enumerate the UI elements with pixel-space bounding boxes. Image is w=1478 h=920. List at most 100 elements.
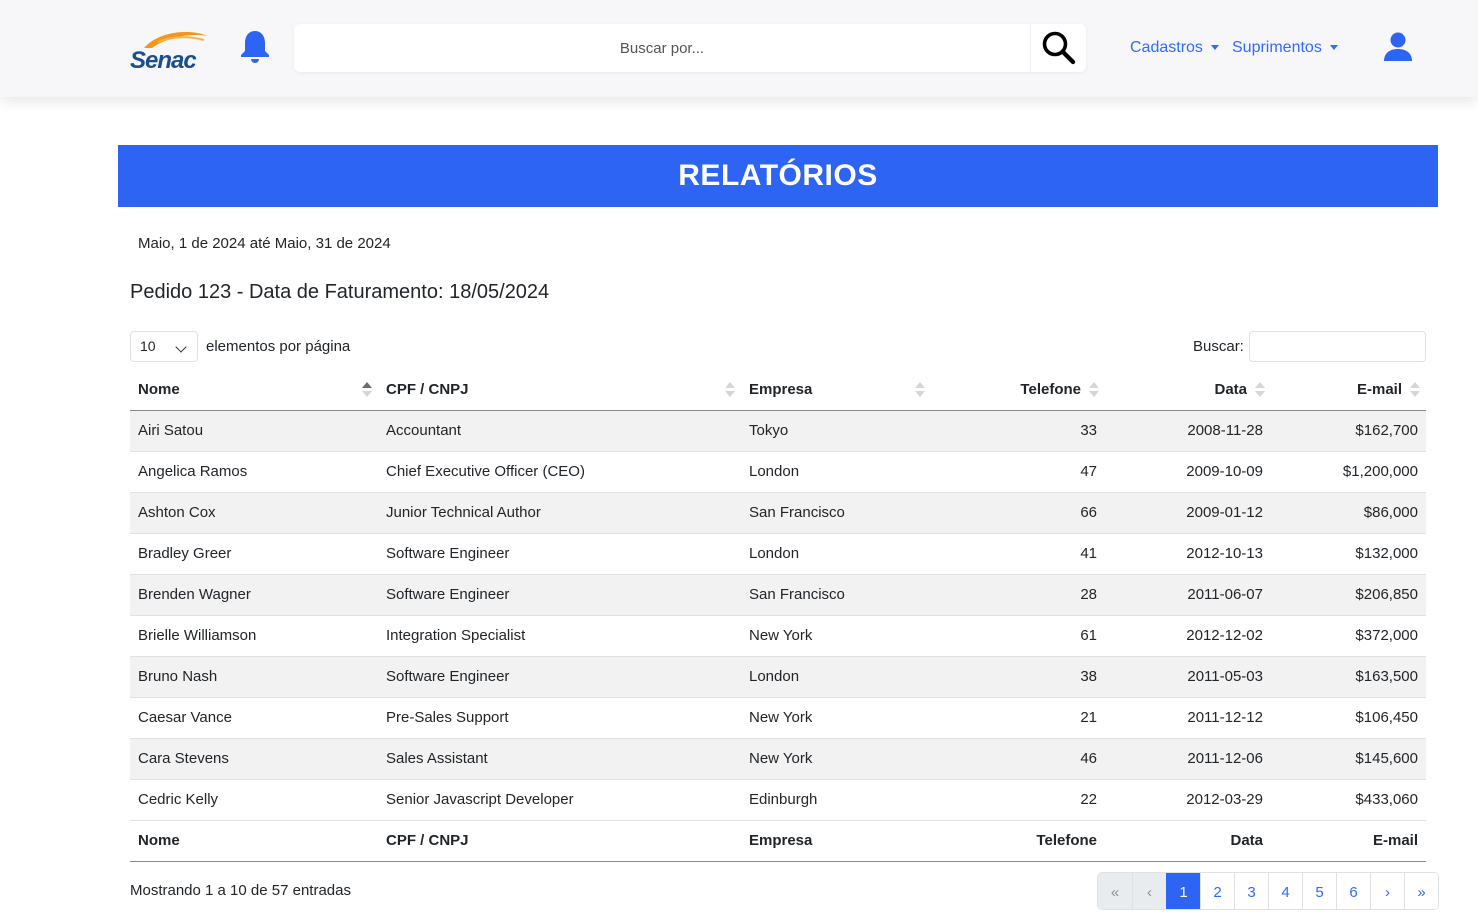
cell-email: $372,000 [1271,615,1426,657]
cell-nome: Caesar Vance [130,697,378,739]
cell-email: $162,700 [1271,410,1426,452]
table-row[interactable]: Angelica Ramos Chief Executive Officer (… [130,451,1426,493]
column-header-label: CPF / CNPJ [386,381,469,399]
cell-empresa: Tokyo [741,410,931,452]
cell-empresa: London [741,656,931,698]
senac-logo[interactable]: Senac [128,26,214,74]
cell-data: 2011-05-03 [1105,656,1271,698]
search-icon [1042,31,1075,65]
cell-empresa: New York [741,738,931,780]
column-header-email[interactable]: E-mail [1271,370,1426,411]
cell-nome: Brielle Williamson [130,615,378,657]
global-search [294,24,1086,72]
cell-cpf-cnpj: Junior Technical Author [378,492,741,534]
chevron-down-icon [1329,45,1338,51]
pagination: « ‹ 1 2 3 4 5 6 › » [1097,872,1439,910]
cell-email: $433,060 [1271,779,1426,821]
sort-icon [1410,382,1420,398]
menu-suprimentos[interactable]: Suprimentos [1232,39,1338,57]
cell-cpf-cnpj: Integration Specialist [378,615,741,657]
table-filter-label: Buscar: [1193,338,1244,355]
footer-label-email: E-mail [1271,819,1426,862]
pagination-last-button[interactable]: » [1404,873,1438,909]
cell-empresa: London [741,451,931,493]
pagination-previous-button[interactable]: ‹ [1132,873,1166,909]
cell-data: 2011-12-12 [1105,697,1271,739]
cell-data: 2011-12-06 [1105,738,1271,780]
cell-telefone: 61 [931,615,1105,657]
column-header-telefone[interactable]: Telefone [931,370,1105,411]
order-title: Pedido 123 - Data de Faturamento: 18/05/… [130,281,550,303]
cell-empresa: New York [741,697,931,739]
cell-telefone: 66 [931,492,1105,534]
table-row[interactable]: Cara Stevens Sales Assistant New York 46… [130,738,1426,780]
cell-telefone: 28 [931,574,1105,616]
table-row[interactable]: Ashton Cox Junior Technical Author San F… [130,492,1426,534]
cell-data: 2012-10-13 [1105,533,1271,575]
page-length-label: elementos por página [206,338,351,355]
page-length-value: 10 [140,338,156,354]
table-row[interactable]: Bradley Greer Software Engineer London 4… [130,533,1426,575]
table-row[interactable]: Bruno Nash Software Engineer London 38 2… [130,656,1426,698]
pagination-page-6[interactable]: 6 [1336,873,1370,909]
pagination-page-2[interactable]: 2 [1200,873,1234,909]
page-length-select[interactable]: 10 [130,331,198,362]
cell-cpf-cnpj: Software Engineer [378,656,741,698]
cell-telefone: 33 [931,410,1105,452]
cell-email: $106,450 [1271,697,1426,739]
cell-email: $163,500 [1271,656,1426,698]
table-row[interactable]: Airi Satou Accountant Tokyo 33 2008-11-2… [130,410,1426,452]
column-header-data[interactable]: Data [1105,370,1271,411]
chevron-down-icon [1210,45,1219,51]
cell-data: 2009-01-12 [1105,492,1271,534]
cell-nome: Brenden Wagner [130,574,378,616]
pagination-next-button[interactable]: › [1370,873,1404,909]
sort-ascending-icon [362,382,372,398]
cell-data: 2012-03-29 [1105,779,1271,821]
sort-icon [915,382,925,398]
column-header-label: E-mail [1356,381,1402,399]
column-header-cpf-cnpj[interactable]: CPF / CNPJ [378,370,741,411]
cell-data: 2008-11-28 [1105,410,1271,452]
chevron-down-icon [175,341,187,353]
cell-email: $145,600 [1271,738,1426,780]
search-button[interactable] [1030,24,1086,72]
table-row[interactable]: Brenden Wagner Software Engineer San Fra… [130,574,1426,616]
table-footer-row: Nome CPF / CNPJ Empresa Telefone Data E-… [130,819,1426,862]
report-table: Nome CPF / CNPJ Empresa Telefone Data E-… [130,370,1426,862]
cell-empresa: San Francisco [741,492,931,534]
cell-cpf-cnpj: Software Engineer [378,533,741,575]
cell-empresa: New York [741,615,931,657]
page-title: RELATÓRIOS [678,159,878,192]
cell-cpf-cnpj: Senior Javascript Developer [378,779,741,821]
cell-telefone: 38 [931,656,1105,698]
cell-email: $1,200,000 [1271,451,1426,493]
cell-nome: Bruno Nash [130,656,378,698]
cell-empresa: Edinburgh [741,779,931,821]
cell-nome: Airi Satou [130,410,378,452]
column-header-nome[interactable]: Nome [130,370,378,411]
pagination-page-1[interactable]: 1 [1166,873,1200,909]
global-search-input[interactable] [294,24,1030,72]
cell-cpf-cnpj: Accountant [378,410,741,452]
pagination-page-5[interactable]: 5 [1302,873,1336,909]
cell-telefone: 22 [931,779,1105,821]
pagination-page-4[interactable]: 4 [1268,873,1302,909]
pagination-first-button[interactable]: « [1098,873,1132,909]
table-header-row: Nome CPF / CNPJ Empresa Telefone Data E-… [130,370,1426,411]
notifications-bell-icon[interactable] [238,28,272,64]
user-account-icon[interactable] [1382,31,1414,63]
cell-email: $206,850 [1271,574,1426,616]
cell-cpf-cnpj: Chief Executive Officer (CEO) [378,451,741,493]
cell-telefone: 21 [931,697,1105,739]
cell-empresa: San Francisco [741,574,931,616]
table-row[interactable]: Caesar Vance Pre-Sales Support New York … [130,697,1426,739]
logo-wordmark: Senac [130,47,196,72]
table-row[interactable]: Cedric Kelly Senior Javascript Developer… [130,779,1426,821]
cell-data: 2011-06-07 [1105,574,1271,616]
pagination-page-3[interactable]: 3 [1234,873,1268,909]
table-row[interactable]: Brielle Williamson Integration Specialis… [130,615,1426,657]
menu-cadastros[interactable]: Cadastros [1130,39,1219,57]
table-filter-input[interactable] [1249,331,1426,362]
column-header-empresa[interactable]: Empresa [741,370,931,411]
